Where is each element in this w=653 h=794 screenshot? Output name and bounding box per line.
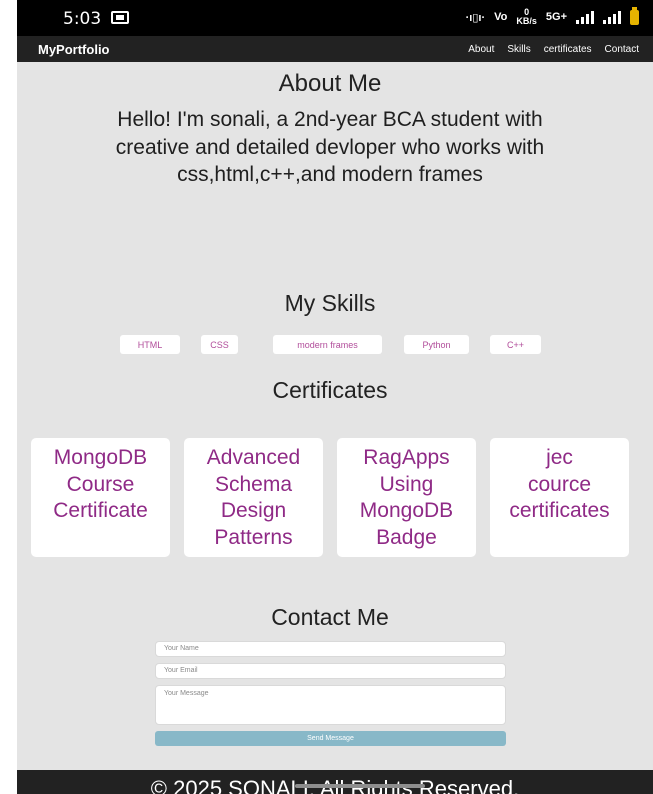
status-icons: ·ı▯ı· Vo 0 KB/s 5G+ [465,6,639,26]
certificate-card[interactable]: Advanced Schema Design Patterns [184,438,323,557]
send-message-button[interactable]: Send Message [155,731,506,746]
volte-icon: Vo [494,11,508,23]
signal-2-icon [603,10,621,24]
certificates-title: Certificates [272,377,388,403]
certificate-card[interactable]: RagApps Using MongoDB Badge [337,438,476,557]
vibrate-icon: ·ı▯ı· [465,11,486,24]
name-input[interactable]: Your Name [155,641,506,657]
network-type: 5G+ [545,11,567,23]
net-speed: 0 KB/s [516,7,537,26]
battery-icon [630,6,639,25]
skill-html: HTML [120,335,180,354]
status-time: 5:03 [63,9,102,29]
about-text: Hello! I'm sonali, a 2nd-year BCA studen… [115,108,545,186]
status-bar: 5:03 ·ı▯ı· Vo 0 KB/s 5G+ [17,0,653,36]
certificate-title: Advanced Schema Design Patterns [206,446,301,549]
certificate-title: jec cource certificates [509,446,610,522]
certificate-title: MongoDB Course Certificate [53,446,148,522]
skill-modern-frames: modern frames [273,335,382,354]
email-input[interactable]: Your Email [155,663,506,679]
brand-logo[interactable]: MyPortfolio [38,42,110,57]
certificate-card[interactable]: MongoDB Course Certificate [31,438,170,557]
navbar: MyPortfolio About Skills certificates Co… [17,36,653,62]
screen-record-icon [111,11,129,24]
skills-title: My Skills [284,290,376,316]
skill-css: CSS [201,335,238,354]
certificate-card[interactable]: jec cource certificates [490,438,629,557]
nav-skills[interactable]: Skills [507,44,530,55]
nav-certificates[interactable]: certificates [544,44,592,55]
footer: © 2025 SONALI. All Rights Reserved. [17,770,653,794]
nav-links: About Skills certificates Contact [468,44,639,55]
message-textarea[interactable]: Your Message [155,685,506,725]
signal-icon [576,10,594,24]
skill-cpp: C++ [490,335,541,354]
contact-title: Contact Me [271,604,389,630]
nav-about[interactable]: About [468,44,494,55]
about-title: About Me [278,70,382,97]
home-indicator[interactable] [295,784,425,788]
phone-screen: 5:03 ·ı▯ı· Vo 0 KB/s 5G+ MyPortfolio Abo… [17,0,653,794]
certificate-title: RagApps Using MongoDB Badge [359,446,454,549]
nav-contact[interactable]: Contact [605,44,639,55]
skill-python: Python [404,335,469,354]
